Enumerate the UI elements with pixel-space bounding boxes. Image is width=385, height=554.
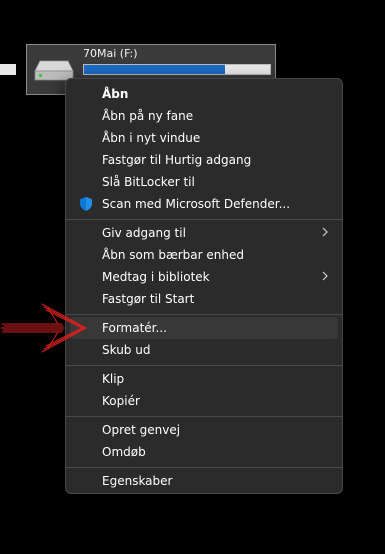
menu-separator [66,416,342,417]
menu-item-label: Slå BitLocker til [102,175,195,189]
menu-item-cut[interactable]: Klip [70,368,338,390]
menu-item-label: Åbn på ny fane [102,109,194,123]
drive-label: 70Mai (F:) [83,47,138,60]
menu-item-copy[interactable]: Kopiér [70,390,338,412]
menu-item-label: Klip [102,372,125,386]
menu-item-open-new-window[interactable]: Åbn i nyt vindue [70,127,338,149]
menu-item-properties[interactable]: Egenskaber [70,470,338,492]
menu-item-label: Fastgør til Start [102,292,195,306]
menu-item-eject[interactable]: Skub ud [70,339,338,361]
explorer-background: 70Mai (F:) Åbn Åbn på ny fane Åbn i nyt … [0,0,385,554]
menu-item-label: Egenskaber [102,474,173,488]
red-arrow-icon [0,303,87,353]
menu-item-label: Åbn i nyt vindue [102,131,201,145]
chevron-right-icon [322,271,328,281]
menu-item-label: Fastgør til Hurtig adgang [102,153,252,167]
menu-item-format[interactable]: Formatér... [70,317,338,339]
menu-item-include-in-library[interactable]: Medtag i bibliotek [70,266,338,288]
menu-item-label: Giv adgang til [102,226,186,240]
menu-item-label: Formatér... [102,321,167,335]
menu-separator [66,219,342,220]
menu-item-label: Medtag i bibliotek [102,270,210,284]
menu-item-open[interactable]: Åbn [70,83,338,105]
menu-item-pin-to-start[interactable]: Fastgør til Start [70,288,338,310]
adjacent-drive-bar-stub [0,64,16,75]
menu-item-pin-quick-access[interactable]: Fastgør til Hurtig adgang [70,149,338,171]
menu-item-label: Skub ud [102,343,151,357]
defender-shield-icon [80,197,92,211]
menu-item-scan-defender[interactable]: Scan med Microsoft Defender... [70,193,338,215]
drive-usage-bar-fill [84,65,226,74]
menu-item-label: Omdøb [102,445,146,459]
menu-item-bitlocker[interactable]: Slå BitLocker til [70,171,338,193]
menu-item-rename[interactable]: Omdøb [70,441,338,463]
menu-item-label: Scan med Microsoft Defender... [102,197,291,211]
menu-item-create-shortcut[interactable]: Opret genvej [70,419,338,441]
menu-item-open-portable-device[interactable]: Åbn som bærbar enhed [70,244,338,266]
menu-item-open-new-tab[interactable]: Åbn på ny fane [70,105,338,127]
context-menu: Åbn Åbn på ny fane Åbn i nyt vindue Fast… [65,78,343,494]
drive-usage-bar [83,64,271,75]
chevron-right-icon [322,227,328,237]
menu-item-label: Kopiér [102,394,140,408]
menu-item-label: Åbn [102,87,129,101]
menu-item-give-access[interactable]: Giv adgang til [70,222,338,244]
menu-separator [66,314,342,315]
menu-separator [66,365,342,366]
menu-item-label: Opret genvej [102,423,181,437]
menu-item-label: Åbn som bærbar enhed [102,248,244,262]
menu-separator [66,467,342,468]
